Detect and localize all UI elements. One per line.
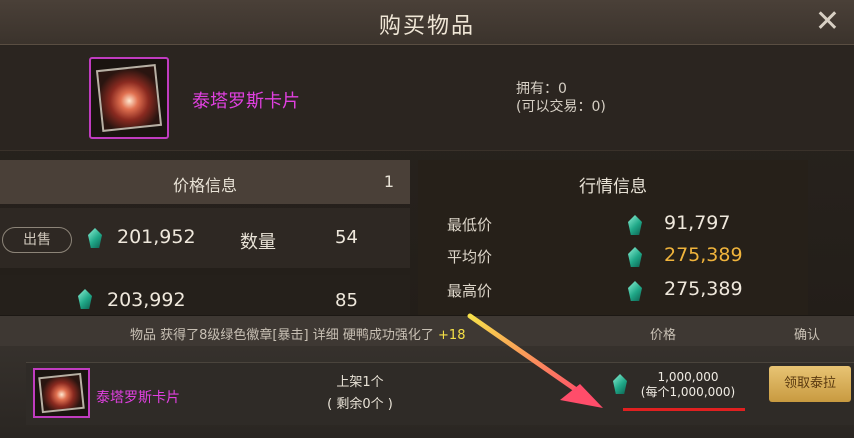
arrow-annotation	[467, 313, 603, 408]
